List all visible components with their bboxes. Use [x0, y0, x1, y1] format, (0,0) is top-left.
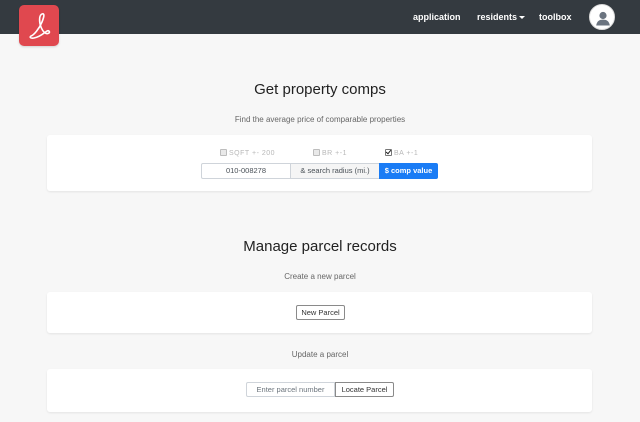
br-checkbox-label: BR +-1 [322, 150, 347, 157]
ba-checkbox[interactable]: BA +-1 [385, 149, 418, 157]
comp-value-button[interactable]: $ comp value [379, 163, 438, 179]
new-parcel-button[interactable]: New Parcel [296, 305, 345, 320]
comps-subtitle: Find the average price of comparable pro… [234, 115, 406, 124]
comps-title: Get property comps [254, 81, 386, 98]
parcel-search-input[interactable]: Enter parcel number [246, 382, 335, 397]
br-checkbox[interactable]: BR +-1 [313, 149, 347, 157]
parcel-number-input[interactable]: 010-008278 [201, 163, 291, 179]
user-avatar-icon[interactable] [589, 4, 615, 30]
sqft-checkbox[interactable]: SQFT +- 200 [220, 149, 275, 157]
nav-application[interactable]: application [413, 12, 461, 22]
ba-checkbox-label: BA +-1 [394, 150, 419, 157]
locate-parcel-button[interactable]: Locate Parcel [335, 382, 394, 397]
caret-down-icon [519, 16, 526, 19]
update-parcel-subtitle: Update a parcel [291, 350, 349, 359]
sqft-checkbox-label: SQFT +- 200 [229, 150, 276, 157]
br-checkbox-box[interactable] [313, 149, 320, 156]
ba-checkbox-box[interactable] [385, 149, 392, 156]
parcels-title: Manage parcel records [243, 238, 397, 255]
nav-toolbox[interactable]: toolbox [539, 12, 572, 22]
top-navbar: application residents toolbox [0, 0, 640, 34]
nav-residents-dropdown[interactable]: residents [477, 12, 526, 22]
search-radius-input[interactable]: & search radius (mi.) [290, 163, 380, 179]
create-parcel-subtitle: Create a new parcel [284, 272, 356, 281]
scribble-logo-icon[interactable] [19, 5, 59, 46]
sqft-checkbox-box[interactable] [220, 149, 227, 156]
nav-residents-label: residents [477, 12, 518, 22]
